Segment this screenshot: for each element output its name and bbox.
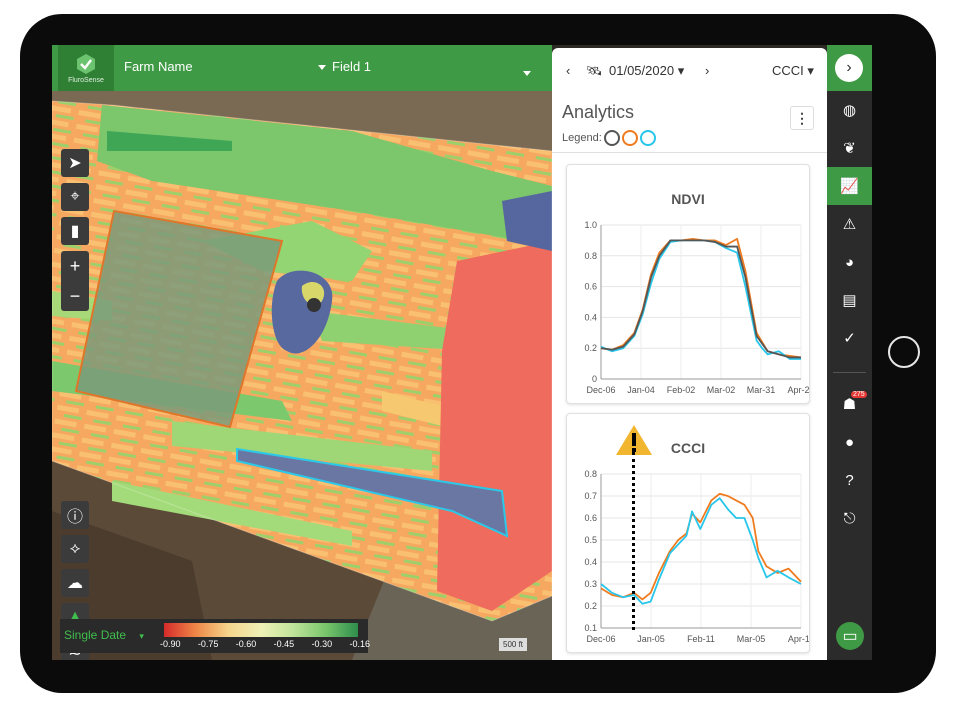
scale-tick: -0.30 xyxy=(311,639,333,649)
chat-button[interactable]: ▭ xyxy=(836,622,864,650)
map-imagery[interactable] xyxy=(52,91,553,660)
home-button[interactable] xyxy=(888,336,920,368)
scale-tick: -0.16 xyxy=(349,639,370,649)
y-tick-label: 0.5 xyxy=(584,535,597,545)
chat-icon: ▭ xyxy=(842,628,858,645)
y-tick-label: 0.4 xyxy=(584,557,597,567)
field-dropdown-toggle[interactable] xyxy=(523,65,537,83)
draw-polygon-icon[interactable]: ⟡ xyxy=(61,535,89,563)
legend-series-3[interactable] xyxy=(639,130,656,146)
date-mode-select[interactable]: Single Date ▾ xyxy=(64,628,144,642)
field-label: Field 1 xyxy=(332,59,372,74)
x-tick-label: Mar-02 xyxy=(707,385,736,395)
scale-tick: -0.60 xyxy=(235,639,257,649)
help-icon[interactable]: ? xyxy=(827,461,872,499)
y-tick-label: 0.8 xyxy=(584,251,597,261)
y-tick-label: 0.1 xyxy=(584,623,597,633)
field-selector[interactable]: Field 1 xyxy=(318,59,371,74)
panel-title: Analytics xyxy=(562,102,635,122)
y-tick-label: 0.8 xyxy=(584,469,597,479)
x-tick-label: Jan-05 xyxy=(637,634,665,644)
user-account-icon[interactable]: ● xyxy=(827,423,872,461)
legend-series-1[interactable] xyxy=(603,130,620,146)
date-selector[interactable]: 01/05/2020 ▾ xyxy=(609,63,684,79)
y-tick-label: 0 xyxy=(592,374,597,384)
divider xyxy=(552,152,827,153)
app-logo[interactable]: FluroSense xyxy=(58,45,114,91)
color-scale-gradient xyxy=(164,623,358,637)
satellite-icon: 🛰 xyxy=(586,63,603,78)
layer-selector[interactable]: CCCI ▾ xyxy=(772,63,814,79)
x-tick-label: Jan-04 xyxy=(627,385,655,395)
y-tick-label: 0.6 xyxy=(584,513,597,523)
y-tick-label: 1.0 xyxy=(584,220,597,230)
color-scale-ticks: -0.90 -0.75 -0.60 -0.45 -0.30 -0.16 xyxy=(160,639,370,649)
ccci-chart-card: CCCI 0.1 0.2 0.3 0.4 0.5 0.6 0.7 0.8 Dec-06 Jan-0… xyxy=(566,413,810,653)
x-tick-label: Apr-29 xyxy=(787,385,809,395)
legend-series-2[interactable] xyxy=(621,130,638,146)
brand-name: FluroSense xyxy=(68,76,104,84)
ndvi-chart: 0 0.2 0.4 0.6 0.8 1.0 Dec-06 Jan-04 Feb-02 Mar-02… xyxy=(584,220,809,395)
x-tick-label: Mar-31 xyxy=(747,385,776,395)
logout-icon[interactable]: ⎋ xyxy=(827,499,872,537)
warning-icon[interactable]: ⚠ xyxy=(827,205,872,243)
y-tick-label: 0.4 xyxy=(584,312,597,322)
analytics-panel: ‹ 🛰 01/05/2020 ▾ › CCCI ▾ Analytics ⋮ Le… xyxy=(552,48,827,660)
analytics-icon[interactable]: 📈 xyxy=(827,167,872,205)
map-toolbar: ➤ ⌖ ▮ + − xyxy=(61,149,89,311)
ccci-chart: 0.1 0.2 0.3 0.4 0.5 0.6 0.7 0.8 Dec-06 Jan-05 Feb-… xyxy=(584,469,809,644)
callout-dotted-line xyxy=(632,452,635,630)
chevron-down-icon xyxy=(523,71,531,77)
ruler-icon[interactable]: ▮ xyxy=(61,217,89,245)
map-legend: Single Date ▾ -0.90 -0.75 -0.60 -0.45 -0… xyxy=(60,619,370,653)
more-options-button[interactable]: ⋮ xyxy=(790,106,814,130)
x-tick-label: Feb-02 xyxy=(667,385,696,395)
x-tick-label: Dec-06 xyxy=(586,385,615,395)
x-tick-label: Feb-11 xyxy=(687,634,715,644)
crosshair-icon[interactable]: ⌖ xyxy=(61,183,89,211)
locate-arrow-icon[interactable]: ➤ xyxy=(61,149,89,177)
app-screen: ➤ ⌖ ▮ + − ⓘ ⟡ ☁ ▲ ≋ FluroSense Farm Name xyxy=(52,45,872,660)
notification-badge: 275 xyxy=(851,391,867,398)
scale-tick: -0.45 xyxy=(273,639,295,649)
prev-date-button[interactable]: ‹ xyxy=(566,63,570,78)
caret-down-icon: ▾ xyxy=(139,631,144,641)
check-circle-icon[interactable]: ✓ xyxy=(827,319,872,357)
image-gallery-icon[interactable]: ▤ xyxy=(827,281,872,319)
chevron-down-icon xyxy=(318,65,326,71)
sidebar-header: › xyxy=(827,45,872,91)
map-scale: 500 ft xyxy=(499,638,528,651)
chart-legend: Legend: xyxy=(562,130,656,146)
right-sidebar: › ◍ ❦ 📈 ⚠ ◕ ▤ ✓ ☗ 275 ● ? ⎋ ▭ xyxy=(827,45,872,660)
next-date-button[interactable]: › xyxy=(705,63,709,78)
sidebar-divider xyxy=(833,372,866,373)
panel-header: ‹ 🛰 01/05/2020 ▾ › CCCI ▾ xyxy=(552,48,827,94)
y-tick-label: 0.2 xyxy=(584,601,597,611)
globe-layers-icon[interactable]: ◍ xyxy=(827,91,872,129)
weather-cloud-icon[interactable]: ☁ xyxy=(61,569,89,597)
scale-tick: -0.90 xyxy=(160,639,181,649)
collapse-panel-button[interactable]: › xyxy=(835,54,863,82)
info-icon[interactable]: ⓘ xyxy=(61,501,89,529)
top-bar: FluroSense Farm Name Field 1 xyxy=(52,45,552,91)
flurosense-logo-icon xyxy=(77,53,95,74)
team-icon[interactable]: ☗ 275 xyxy=(827,385,872,423)
zoom-controls: + − xyxy=(61,251,89,311)
ndvi-chart-card: NDVI 0 0.2 0.4 0.6 0.8 1.0 Dec-06 Jan-04 Feb-02 M… xyxy=(566,164,810,404)
zones-pie-icon[interactable]: ◕ xyxy=(827,243,872,281)
scale-tick: -0.75 xyxy=(197,639,219,649)
x-tick-label: Mar-05 xyxy=(737,634,766,644)
y-tick-label: 0.3 xyxy=(584,579,597,589)
y-tick-label: 0.6 xyxy=(584,282,597,292)
farm-selector[interactable]: Farm Name xyxy=(124,59,193,74)
y-tick-label: 0.7 xyxy=(584,491,597,501)
zoom-out-button[interactable]: − xyxy=(61,281,89,311)
x-tick-label: Apr-11 xyxy=(788,634,809,644)
field-map[interactable]: ➤ ⌖ ▮ + − ⓘ ⟡ ☁ ▲ ≋ xyxy=(52,91,553,660)
crop-icon[interactable]: ❦ xyxy=(827,129,872,167)
y-tick-label: 0.2 xyxy=(584,343,597,353)
series-line-2 xyxy=(600,239,801,360)
zoom-in-button[interactable]: + xyxy=(61,251,89,281)
x-tick-label: Dec-06 xyxy=(586,634,615,644)
